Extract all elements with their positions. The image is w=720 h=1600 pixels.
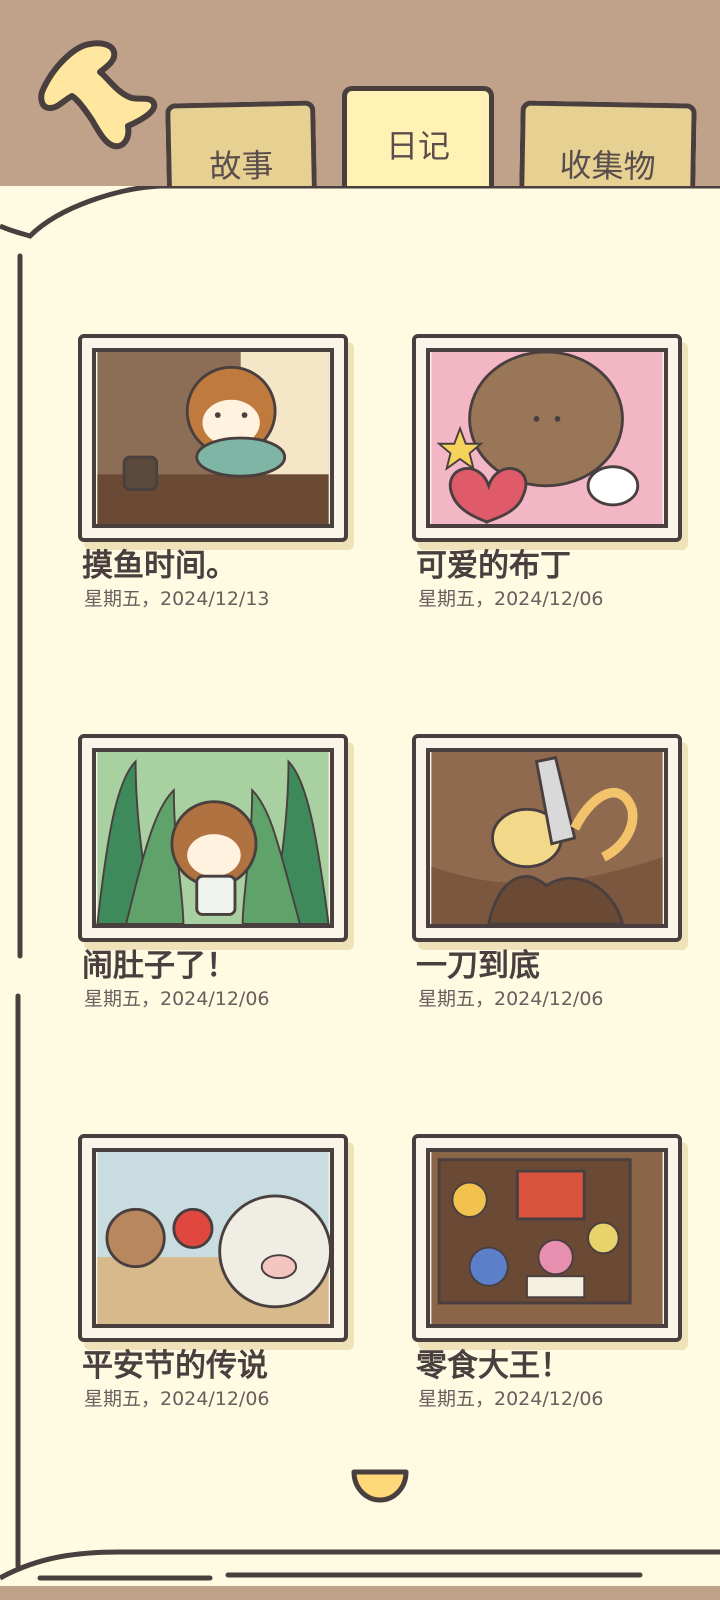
tab-diary-label: 日记 [385,127,450,165]
entry-date: 星期五，2024/12/13 [84,588,270,610]
entry-title: 一刀到底 [416,948,540,984]
scroll-down-icon [351,1469,409,1503]
entry-title: 平安节的传说 [82,1348,268,1384]
tab-collection[interactable]: 收集物 [519,100,697,190]
photo-frame [78,1134,348,1342]
entry-image-squirrel-toilet-paper [92,748,334,928]
entry-date: 星期五，2024/12/06 [418,588,604,610]
entry-title: 闹肚子了！ [82,948,237,984]
photo-frame [412,334,682,542]
photo-frame [78,734,348,942]
back-arrow-icon [38,40,158,150]
tab-diary[interactable]: 日记 [342,86,494,192]
entry-date: 星期五，2024/12/06 [84,988,270,1010]
tab-story-label: 故事 [209,146,274,186]
tab-story[interactable]: 故事 [165,100,317,190]
scroll-down-button[interactable] [348,1466,412,1504]
diary-screen: 故事 日记 收集物 摸鱼时间。 星期五，2024/12/13 可爱的布丁 星期五… [0,0,720,1600]
entry-image-rabbit-apple-sheep [92,1148,334,1328]
back-button[interactable] [34,38,162,156]
entry-image-snack-box [426,1148,668,1328]
entry-date: 星期五，2024/12/06 [418,1388,604,1410]
entry-date: 星期五，2024/12/06 [418,988,604,1010]
diary-page: 摸鱼时间。 星期五，2024/12/13 可爱的布丁 星期五，2024/12/0… [0,186,720,1586]
entry-image-squirrel-fish [92,348,334,528]
entry-title: 可爱的布丁 [416,548,571,584]
entry-image-knife-fruit [426,748,668,928]
photo-frame [78,334,348,542]
photo-frame [412,734,682,942]
entry-title: 零食大王！ [416,1348,571,1384]
entry-title: 摸鱼时间。 [82,548,237,584]
entry-date: 星期五，2024/12/06 [84,1388,270,1410]
tab-collection-label: 收集物 [559,146,656,186]
entry-image-dog-plush [426,348,668,528]
photo-frame [412,1134,682,1342]
